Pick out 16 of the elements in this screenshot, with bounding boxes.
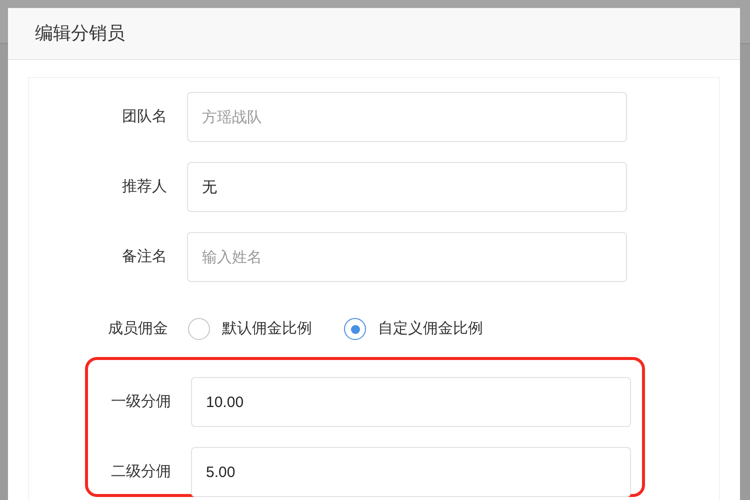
radio-option[interactable]: 默认佣金比例: [188, 318, 312, 340]
field-label: 推荐人: [121, 176, 167, 197]
radio-icon[interactable]: [344, 318, 366, 340]
text-field[interactable]: 输入姓名: [187, 232, 627, 282]
field-label: 成员佣金: [107, 318, 168, 339]
field-label: 备注名: [121, 246, 167, 267]
field-label: 团队名: [121, 106, 167, 127]
radio-option[interactable]: 自定义佣金比例: [344, 318, 483, 340]
field-label: 二级分佣: [110, 462, 171, 482]
text-field[interactable]: 方瑶战队: [187, 92, 627, 142]
text-field[interactable]: 无: [187, 162, 627, 212]
radio-icon[interactable]: [188, 318, 210, 340]
text-field[interactable]: 5.00: [191, 447, 631, 497]
dialog-title: 编辑分销员: [35, 22, 125, 45]
text-field[interactable]: 10.00: [191, 377, 631, 427]
field-label: 一级分佣: [110, 392, 171, 412]
